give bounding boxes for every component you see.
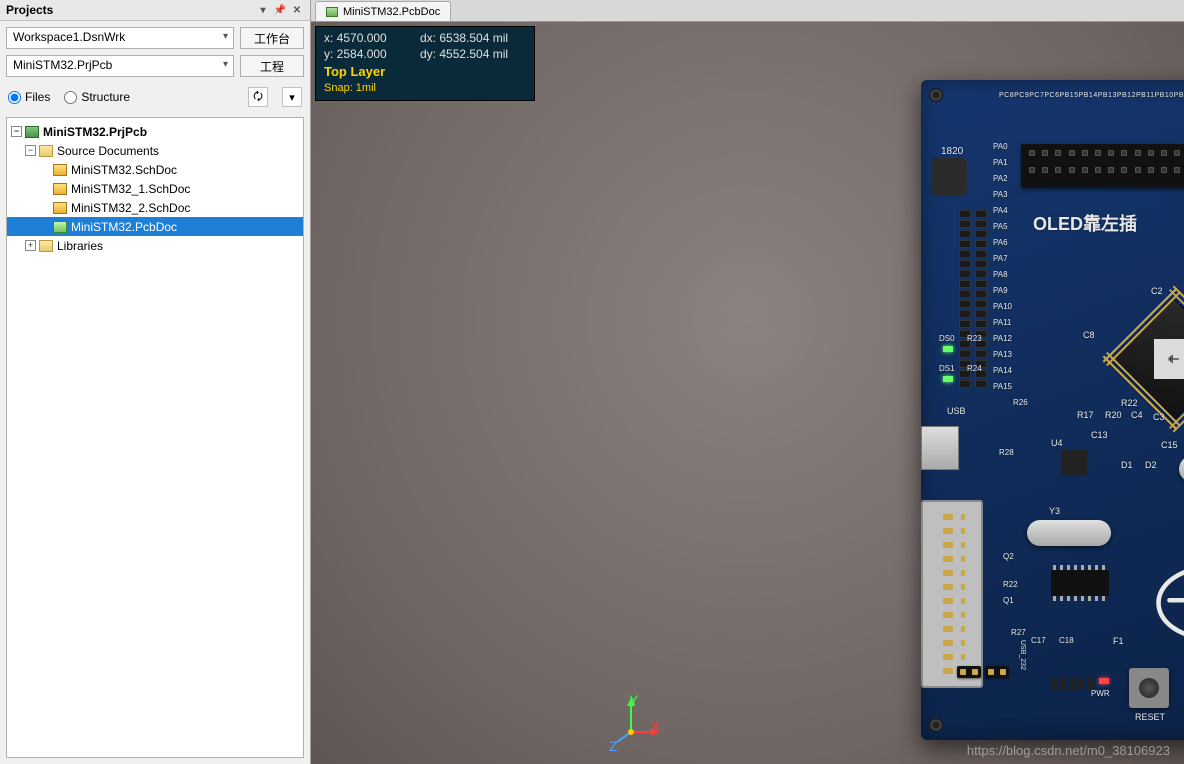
radio-files[interactable]: Files xyxy=(8,90,50,104)
tree-label: MiniSTM32.PrjPcb xyxy=(43,125,147,139)
left-pin-header xyxy=(959,210,973,388)
crystal-mid xyxy=(1179,456,1184,482)
st-logo: ST xyxy=(1153,560,1184,646)
project-tree[interactable]: −MiniSTM32.PrjPcb−Source DocumentsMiniST… xyxy=(6,117,304,758)
ic-soic xyxy=(1051,570,1109,596)
proj-icon xyxy=(25,126,39,138)
tree-label: Source Documents xyxy=(57,144,159,158)
silk-usb: USB xyxy=(947,406,966,416)
pa-labels: PA0PA1PA2PA3PA4PA5PA6PA7PA8PA9PA10PA11PA… xyxy=(993,142,1012,398)
sch-icon xyxy=(53,164,67,176)
tab-pcbdoc[interactable]: MiniSTM32.PcbDoc xyxy=(315,1,451,21)
refresh-icon[interactable]: 🗘 xyxy=(248,87,268,107)
radio-structure[interactable]: Structure xyxy=(64,90,130,104)
close-icon[interactable]: ✕ xyxy=(290,3,304,17)
workspace-button[interactable]: 工作台 xyxy=(240,27,304,49)
tab-bar: MiniSTM32.PcbDoc xyxy=(311,0,1184,22)
project-button[interactable]: 工程 xyxy=(240,55,304,77)
tab-label: MiniSTM32.PcbDoc xyxy=(343,6,440,18)
pcb-icon xyxy=(326,7,338,17)
idc-connector xyxy=(921,500,983,688)
tree-label: Libraries xyxy=(57,239,103,253)
panel-header: Projects ▾ 📌 ✕ xyxy=(0,0,310,21)
projects-panel: Projects ▾ 📌 ✕ Workspace1.DsnWrk 工作台 Min… xyxy=(0,0,311,764)
silk-u4: U4 xyxy=(1051,438,1063,448)
tree-label: MiniSTM32.PcbDoc xyxy=(71,220,177,234)
dropdown-icon[interactable]: ▾ xyxy=(256,3,270,17)
button-reset xyxy=(1129,668,1169,708)
panel-title: Projects xyxy=(6,3,253,17)
coord-hud: x: 4570.000dx: 6538.504 mil y: 2584.000d… xyxy=(315,26,535,101)
tree-node[interactable]: − MiniSTM32.PrjPcb xyxy=(7,122,303,141)
main-area: MiniSTM32.PcbDoc x: 4570.000dx: 6538.504… xyxy=(311,0,1184,764)
tree-node[interactable]: MiniSTM32_1.SchDoc xyxy=(7,179,303,198)
workspace-combo[interactable]: Workspace1.DsnWrk xyxy=(6,27,234,49)
watermark: https://blog.csdn.net/m0_38106923 xyxy=(967,743,1170,758)
res-row xyxy=(1051,678,1093,690)
sensor-1820 xyxy=(931,158,967,196)
led-pwr xyxy=(1099,678,1109,684)
tree-node[interactable]: MiniSTM32.SchDoc xyxy=(7,160,303,179)
silk-oled: OLED靠左插 xyxy=(1033,210,1137,236)
crystal-y3 xyxy=(1027,520,1111,546)
tree-label: MiniSTM32_1.SchDoc xyxy=(71,182,190,196)
project-combo[interactable]: MiniSTM32.PrjPcb xyxy=(6,55,234,77)
mount-hole xyxy=(929,88,943,102)
tree-node[interactable]: MiniSTM32_2.SchDoc xyxy=(7,198,303,217)
led-ds0 xyxy=(943,346,953,352)
tree-toggle-icon[interactable]: − xyxy=(11,126,22,137)
silk-1820: 1820 xyxy=(941,146,963,157)
led-ds1 xyxy=(943,376,953,382)
silk-toprow: PC8PC9PC7PC6PB15PB14PB13PB12PB11PB10PB2P… xyxy=(999,92,1184,99)
pcb-board: PC8PC9PC7PC6PB15PB14PB13PB12PB11PB10PB2P… xyxy=(921,80,1184,740)
pcb-3d-viewer[interactable]: x: 4570.000dx: 6538.504 mil y: 2584.000d… xyxy=(311,22,1184,764)
jumper xyxy=(985,666,1009,678)
ic-u4 xyxy=(1061,450,1087,476)
tree-node[interactable]: + Libraries xyxy=(7,236,303,255)
tree-toggle-icon[interactable]: − xyxy=(25,145,36,156)
tree-toggle-icon[interactable]: + xyxy=(25,240,36,251)
pin-icon[interactable]: 📌 xyxy=(273,3,287,17)
folder-icon xyxy=(39,145,53,157)
jumper xyxy=(957,666,981,678)
sch-icon xyxy=(53,183,67,195)
pcb-icon xyxy=(53,221,67,233)
tree-label: MiniSTM32_2.SchDoc xyxy=(71,201,190,215)
left-pin-header xyxy=(975,210,989,388)
folder-icon xyxy=(39,240,53,252)
tree-node[interactable]: MiniSTM32.PcbDoc xyxy=(7,217,303,236)
mount-hole xyxy=(929,718,943,732)
header-pins xyxy=(1029,150,1184,180)
usb-connector xyxy=(921,426,959,470)
sch-icon xyxy=(53,202,67,214)
tree-node[interactable]: − Source Documents xyxy=(7,141,303,160)
menu-down-icon[interactable]: ▾ xyxy=(282,87,302,107)
tree-label: MiniSTM32.SchDoc xyxy=(71,163,177,177)
